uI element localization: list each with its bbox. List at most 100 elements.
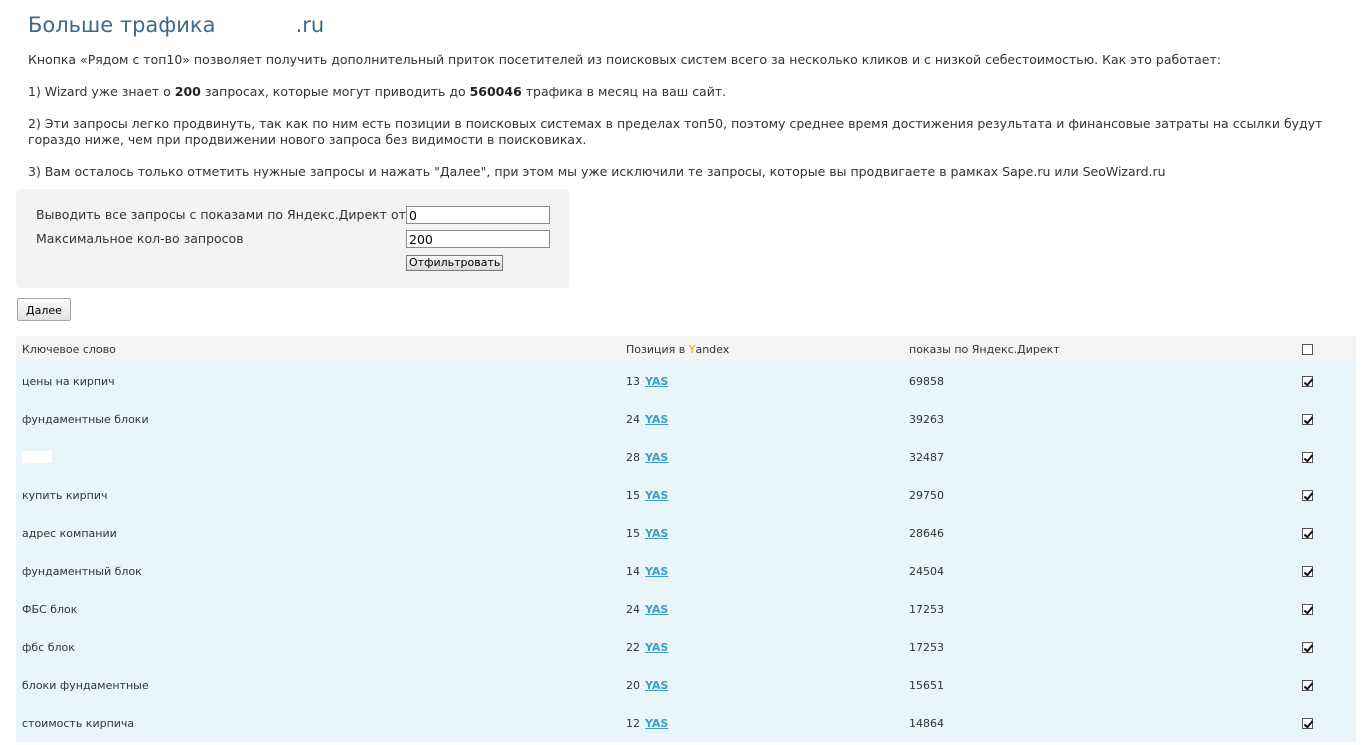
select-cell <box>1302 590 1315 628</box>
table-row: фбс блок 22 YAS 17253 <box>16 628 1356 666</box>
select-cell <box>1302 400 1315 438</box>
row-checkbox[interactable] <box>1302 489 1313 501</box>
impressions-cell: 24504 <box>909 564 944 578</box>
redacted-keyword <box>22 451 52 463</box>
keyword-cell: цены на кирпич <box>22 374 115 388</box>
traffic-count: 560046 <box>469 84 522 99</box>
row-checkbox[interactable] <box>1302 565 1313 577</box>
position-value: 13 <box>626 374 640 388</box>
position-cell: 14 YAS <box>626 552 668 590</box>
table-row: стоимость кирпича 12 YAS 14864 <box>16 704 1356 742</box>
step-1-middle: запросах, которые могут приводить до <box>200 84 470 99</box>
next-button[interactable]: Далее <box>17 298 71 321</box>
position-cell: 24 YAS <box>626 590 668 628</box>
table-row: цены на кирпич 13 YAS 69858 <box>16 362 1356 400</box>
keywords-table: Ключевое слово Позиция в Yandex показы п… <box>16 336 1356 742</box>
select-cell <box>1302 704 1315 742</box>
header-position-rest: andex <box>695 342 730 356</box>
impressions-cell: 39263 <box>909 412 944 426</box>
keyword-cell: фундаментные блоки <box>22 412 149 426</box>
select-all-checkbox[interactable] <box>1302 343 1313 355</box>
position-cell: 22 YAS <box>626 628 668 666</box>
header-position-prefix: Позиция в <box>626 342 686 356</box>
keyword-cell: стоимость кирпича <box>22 716 135 730</box>
position-value: 15 <box>626 488 640 502</box>
position-value: 20 <box>626 678 640 692</box>
yas-link[interactable]: YAS <box>645 679 668 692</box>
impressions-cell: 17253 <box>909 640 944 654</box>
select-all-checkbox-cell <box>1302 336 1315 362</box>
yas-link[interactable]: YAS <box>645 717 668 730</box>
impressions-cell: 17253 <box>909 602 944 616</box>
site-domain-hidden <box>215 13 295 37</box>
filter-panel: Выводить все запросы с показами по Яндек… <box>16 189 569 288</box>
table-row: 28 YAS 32487 <box>16 438 1356 476</box>
table-row: ФБС блок 24 YAS 17253 <box>16 590 1356 628</box>
position-cell: 13 YAS <box>626 362 668 400</box>
row-checkbox[interactable] <box>1302 413 1313 425</box>
row-checkbox[interactable] <box>1302 717 1313 729</box>
yas-link[interactable]: YAS <box>645 527 668 540</box>
table-body: цены на кирпич 13 YAS 69858 фундаментные бло… <box>16 362 1356 742</box>
select-cell <box>1302 514 1315 552</box>
keyword-cell: фбс блок <box>22 640 75 654</box>
header-impressions: показы по Яндекс.Директ <box>909 342 1060 356</box>
keyword-cell: блоки фундаментные <box>22 678 149 692</box>
yas-link[interactable]: YAS <box>645 413 668 426</box>
page-title-text: Больше трафика <box>28 13 216 37</box>
select-cell <box>1302 476 1315 514</box>
position-cell: 24 YAS <box>626 400 668 438</box>
yas-link[interactable]: YAS <box>645 565 668 578</box>
position-value: 24 <box>626 412 640 426</box>
page-title-domain-suffix: .ru <box>295 13 325 37</box>
step-1-prefix: 1) Wizard уже знает о <box>28 84 175 99</box>
row-checkbox[interactable] <box>1302 375 1313 387</box>
position-value: 12 <box>626 716 640 730</box>
row-checkbox[interactable] <box>1302 451 1313 463</box>
position-cell: 28 YAS <box>626 438 668 476</box>
step-1-suffix: трафика в месяц на ваш сайт. <box>521 84 727 99</box>
impressions-cell: 14864 <box>909 716 944 730</box>
step-2-text: 2) Эти запросы легко продвинуть, так как… <box>28 116 1323 147</box>
position-cell: 15 YAS <box>626 476 668 514</box>
header-position-y: Y <box>688 342 696 356</box>
keyword-cell <box>22 438 52 476</box>
keyword-cell: адрес компании <box>22 526 117 540</box>
impressions-cell: 28646 <box>909 526 944 540</box>
yas-link[interactable]: YAS <box>645 489 668 502</box>
step-1-text: 1) Wizard уже знает о 200 запросах, кото… <box>28 84 1348 100</box>
select-cell <box>1302 438 1315 476</box>
position-value: 15 <box>626 526 640 540</box>
position-value: 24 <box>626 602 640 616</box>
row-checkbox[interactable] <box>1302 679 1313 691</box>
row-checkbox[interactable] <box>1302 603 1313 615</box>
row-checkbox[interactable] <box>1302 527 1313 539</box>
position-cell: 12 YAS <box>626 704 668 742</box>
impressions-cell: 29750 <box>909 488 944 502</box>
row-checkbox[interactable] <box>1302 641 1313 653</box>
impressions-cell: 69858 <box>909 374 944 388</box>
select-cell <box>1302 362 1315 400</box>
header-keyword: Ключевое слово <box>22 342 116 356</box>
min-impressions-label: Выводить все запросы с показами по Яндек… <box>36 207 406 222</box>
max-queries-label: Максимальное кол-во запросов <box>36 231 244 246</box>
select-cell <box>1302 666 1315 704</box>
select-cell <box>1302 552 1315 590</box>
impressions-cell: 32487 <box>909 450 944 464</box>
step-3-text: 3) Вам осталось только отметить нужные з… <box>28 164 1166 179</box>
table-row: блоки фундаментные 20 YAS 15651 <box>16 666 1356 704</box>
yas-link[interactable]: YAS <box>645 641 668 654</box>
keyword-cell: ФБС блок <box>22 602 78 616</box>
yas-link[interactable]: YAS <box>645 603 668 616</box>
filter-button[interactable]: Отфильтровать <box>406 255 504 271</box>
impressions-cell: 15651 <box>909 678 944 692</box>
table-header: Ключевое слово Позиция в Yandex показы п… <box>16 336 1356 362</box>
page-title: Больше трафика .ru <box>28 10 324 40</box>
header-position: Позиция в Yandex <box>626 336 729 362</box>
max-queries-input[interactable] <box>406 230 550 248</box>
table-row: фундаментный блок 14 YAS 24504 <box>16 552 1356 590</box>
min-impressions-input[interactable] <box>406 206 550 224</box>
yas-link[interactable]: YAS <box>645 375 668 388</box>
position-cell: 15 YAS <box>626 514 668 552</box>
yas-link[interactable]: YAS <box>645 451 668 464</box>
